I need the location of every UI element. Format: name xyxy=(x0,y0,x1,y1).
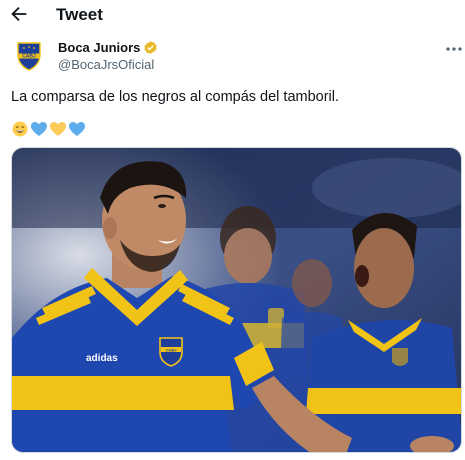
emoji-row xyxy=(11,121,86,137)
jersey-crest-text: CABJ xyxy=(166,347,177,352)
jersey-sponsor-text: adidas xyxy=(86,353,118,364)
author-name-row: Boca Juniors xyxy=(58,40,158,55)
author-handle[interactable]: @BocaJrsOficial xyxy=(58,57,154,72)
top-bar: Tweet xyxy=(0,0,465,30)
verified-gold-badge-icon xyxy=(144,40,158,55)
tweet-photo[interactable]: CABJ adidas xyxy=(11,147,462,453)
tweet-photo-illustration: CABJ adidas xyxy=(12,148,461,452)
arrow-left-icon[interactable] xyxy=(8,3,30,25)
yellow-heart-emoji xyxy=(50,122,66,136)
page-title: Tweet xyxy=(56,5,103,24)
avatar-text: CABJ xyxy=(22,54,36,60)
more-horizontal-icon[interactable] xyxy=(443,38,465,60)
author-display-name[interactable]: Boca Juniors xyxy=(58,40,140,55)
grinning-face-emoji xyxy=(12,121,28,137)
club-crest-icon[interactable]: CABJ xyxy=(14,41,44,71)
blue-heart-emoji xyxy=(69,122,85,136)
blue-heart-emoji xyxy=(31,122,47,136)
tweet-text: La comparsa de los negros al compás del … xyxy=(11,89,340,105)
